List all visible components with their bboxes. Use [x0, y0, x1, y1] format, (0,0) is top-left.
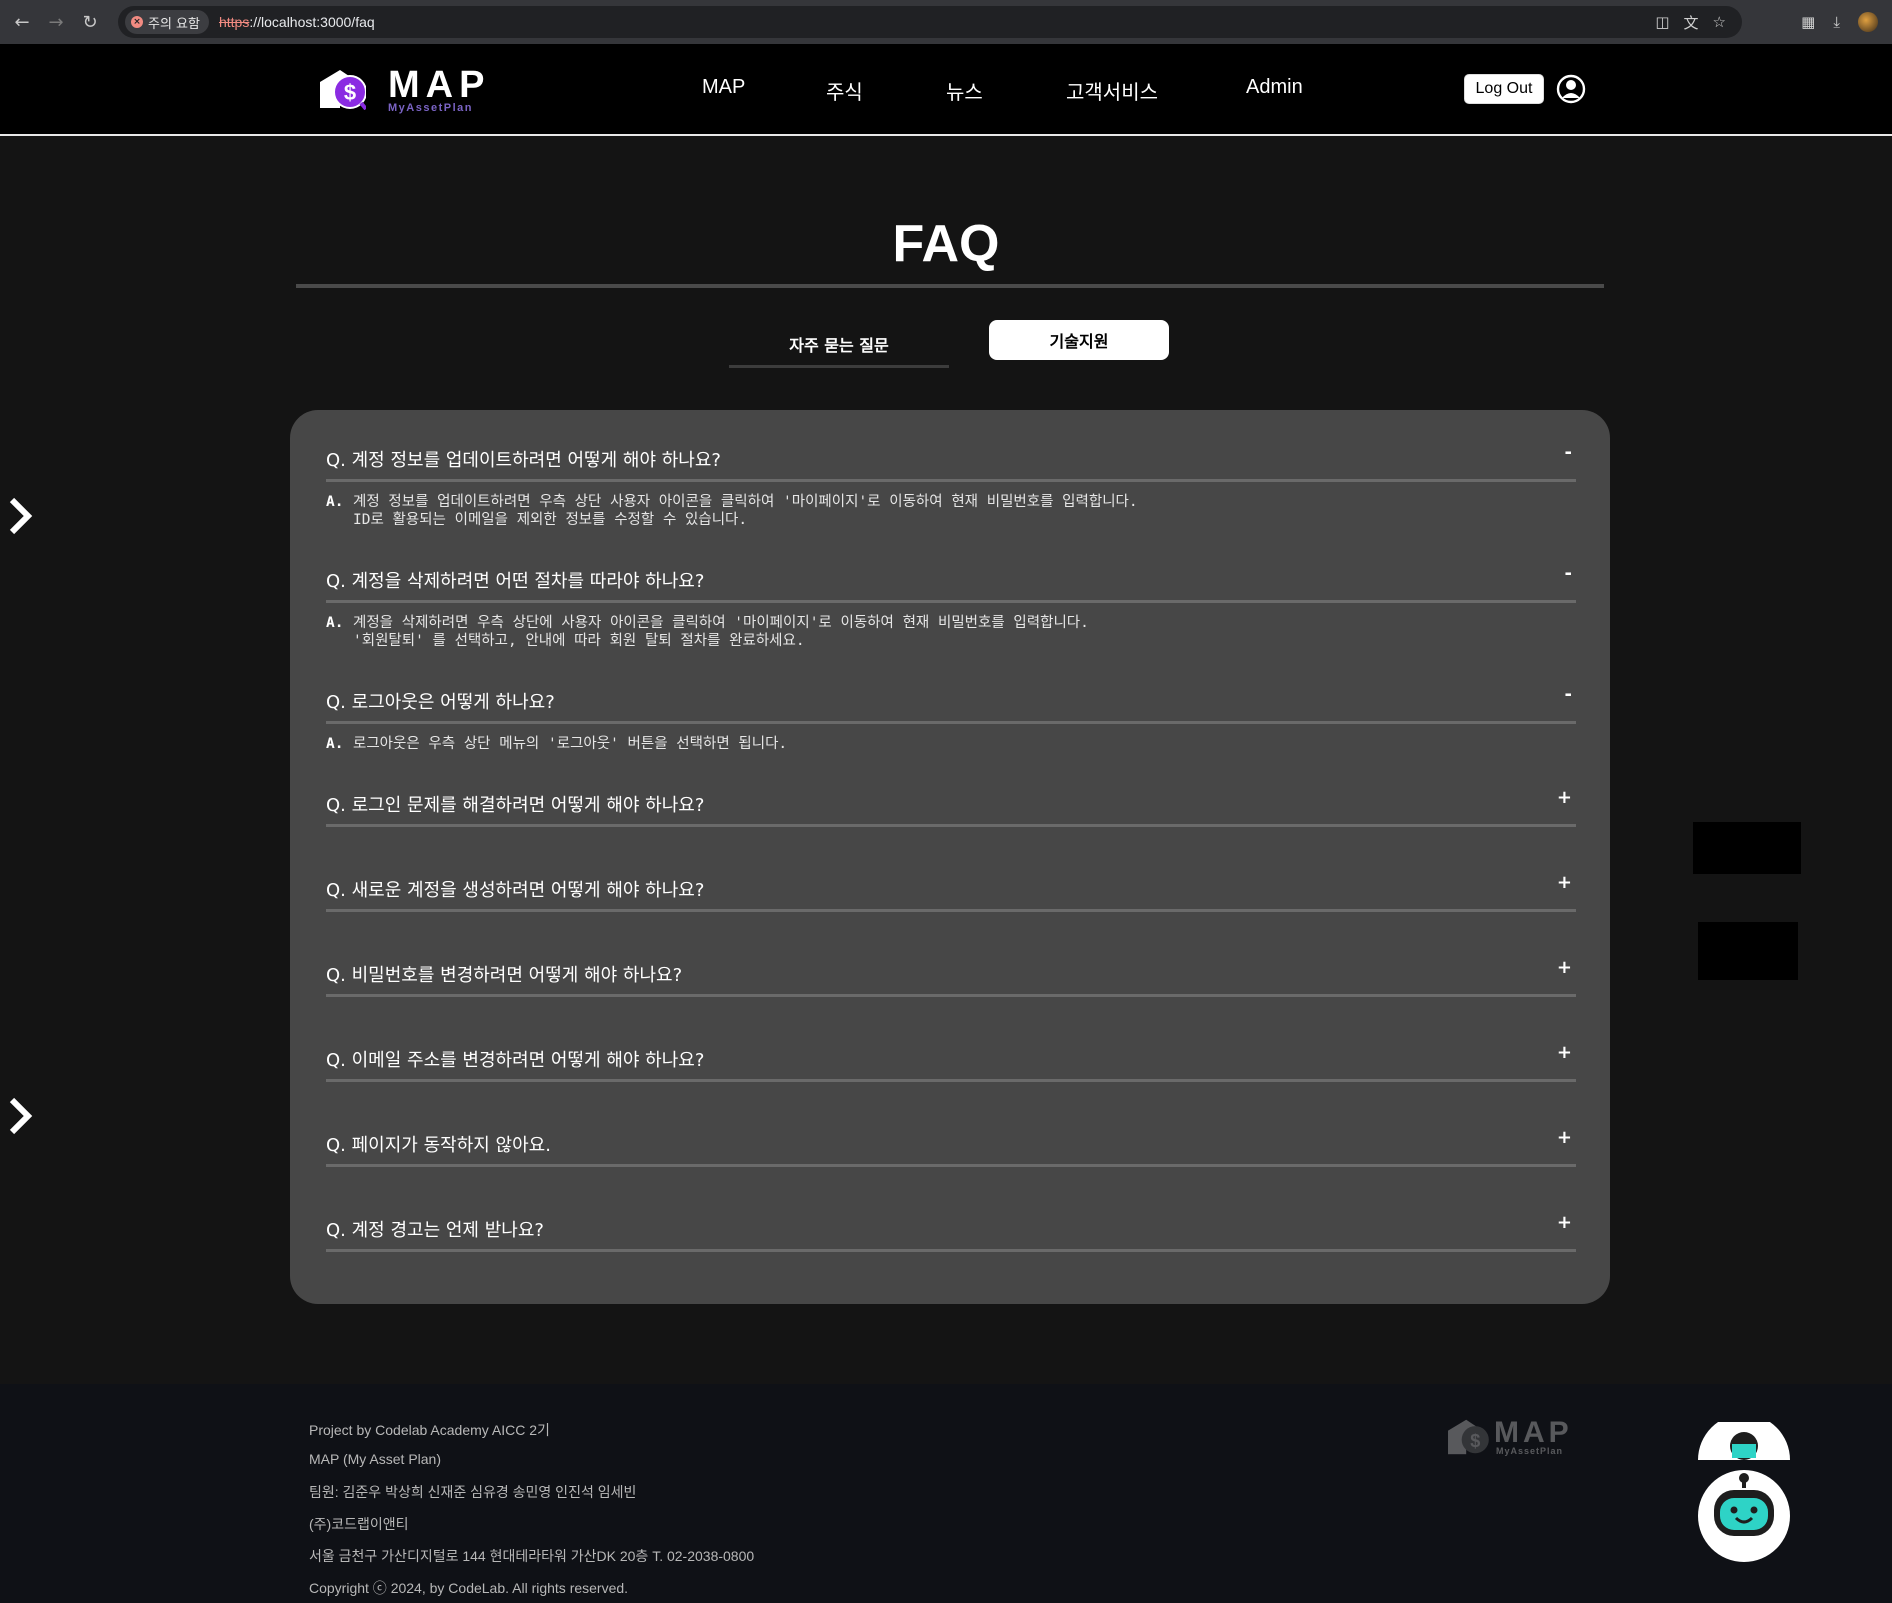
download-icon[interactable]: ⤓ — [1833, 13, 1840, 31]
page-title: FAQ — [892, 215, 1000, 273]
extensions-icon[interactable]: ▦ — [1801, 13, 1815, 31]
side-widget — [1693, 822, 1801, 874]
install-icon[interactable]: ◫ — [1655, 13, 1669, 31]
url-text[interactable]: https://localhost:3000/faq — [219, 14, 375, 30]
security-warning-chip[interactable]: × 주의 요함 — [125, 10, 209, 34]
faq-question[interactable]: Q. 페이지가 동작하지 않아요. + — [326, 1123, 1576, 1167]
title-divider — [296, 284, 1604, 288]
expand-toggle[interactable]: + — [1557, 1212, 1572, 1233]
address-bar[interactable]: × 주의 요함 https://localhost:3000/faq ◫ 文 ☆ — [118, 6, 1742, 38]
tab-faq[interactable]: 자주 묻는 질문 — [729, 322, 949, 368]
site-logo[interactable]: $ MAP MyAssetPlan — [318, 64, 488, 114]
chatbot-icon[interactable] — [1696, 1422, 1792, 1562]
footer-line: 팀원: 김준우 박상희 신재준 심유경 송민영 인진석 임세빈 — [309, 1484, 637, 1500]
browser-toolbar: ← → ↻ × 주의 요함 https://localhost:3000/faq… — [0, 0, 1892, 44]
expand-toggle[interactable]: + — [1557, 1042, 1572, 1063]
footer-line: (주)코드랩이앤티 — [309, 1516, 409, 1532]
warning-icon: × — [131, 16, 143, 28]
site-header: $ MAP MyAssetPlan MAP 주식 뉴스 고객서비스 Admin … — [0, 44, 1892, 136]
footer-line: Copyright ⓒ 2024, by CodeLab. All rights… — [309, 1580, 629, 1596]
side-widget — [1698, 922, 1798, 980]
nav-customer-service[interactable]: 고객서비스 — [1066, 76, 1158, 105]
tab-tech-support[interactable]: 기술지원 — [989, 320, 1169, 360]
faq-question[interactable]: Q. 로그인 문제를 해결하려면 어떻게 해야 하나요? + — [326, 783, 1576, 827]
collapse-toggle[interactable]: - — [1565, 684, 1572, 705]
star-icon[interactable]: ☆ — [1713, 13, 1726, 31]
logo-text: MAP — [388, 64, 491, 106]
forward-icon[interactable]: → — [44, 10, 68, 34]
logo-house-icon: $ — [320, 70, 366, 110]
faq-panel: Q. 계정 정보를 업데이트하려면 어떻게 해야 하나요? - A. 계정 정보… — [290, 410, 1610, 1304]
expand-toggle[interactable]: + — [1557, 1127, 1572, 1148]
faq-question[interactable]: Q. 비밀번호를 변경하려면 어떻게 해야 하나요? + — [326, 953, 1576, 997]
nav-admin[interactable]: Admin — [1246, 76, 1303, 99]
nav-map[interactable]: MAP — [702, 76, 745, 99]
expand-toggle[interactable]: + — [1557, 957, 1572, 978]
footer-line: Project by Codelab Academy AICC 2기 — [309, 1422, 550, 1438]
site-footer: Project by Codelab Academy AICC 2기 MAP (… — [0, 1384, 1892, 1603]
logo-subtext: MyAssetPlan — [388, 102, 473, 114]
chevron-right-icon[interactable] — [6, 1094, 34, 1138]
faq-question[interactable]: Q. 로그아웃은 어떻게 하나요? - — [326, 680, 1576, 724]
faq-question[interactable]: Q. 계정을 삭제하려면 어떤 절차를 따라야 하나요? - — [326, 559, 1576, 603]
faq-question[interactable]: Q. 계정 경고는 언제 받나요? + — [326, 1208, 1576, 1252]
logo-house-icon: $ — [1448, 1419, 1489, 1455]
expand-toggle[interactable]: + — [1557, 872, 1572, 893]
footer-line: 서울 금천구 가산디지털로 144 현대테라타워 가산DK 20층 T. 02-… — [309, 1548, 755, 1564]
nav-news[interactable]: 뉴스 — [946, 76, 983, 105]
chevron-right-icon[interactable] — [6, 494, 34, 538]
logout-button[interactable]: Log Out — [1464, 74, 1544, 104]
profile-avatar[interactable] — [1858, 12, 1878, 32]
svg-text:$: $ — [344, 80, 356, 105]
user-icon[interactable] — [1556, 74, 1586, 104]
nav-stock[interactable]: 주식 — [826, 76, 863, 105]
svg-text:$: $ — [1470, 1431, 1480, 1451]
collapse-toggle[interactable]: - — [1565, 563, 1572, 584]
faq-question[interactable]: Q. 이메일 주소를 변경하려면 어떻게 해야 하나요? + — [326, 1038, 1576, 1082]
reload-icon[interactable]: ↻ — [78, 10, 102, 34]
collapse-toggle[interactable]: - — [1565, 442, 1572, 463]
faq-question[interactable]: Q. 새로운 계정을 생성하려면 어떻게 해야 하나요? + — [326, 868, 1576, 912]
footer-logo: $ MAP MyAssetPlan — [1446, 1414, 1586, 1460]
faq-question[interactable]: Q. 계정 정보를 업데이트하려면 어떻게 해야 하나요? - — [326, 438, 1576, 482]
expand-toggle[interactable]: + — [1557, 787, 1572, 808]
back-icon[interactable]: ← — [10, 10, 34, 34]
footer-line: MAP (My Asset Plan) — [309, 1451, 442, 1467]
warning-label: 주의 요함 — [148, 16, 200, 32]
translate-icon[interactable]: 文 — [1684, 12, 1699, 33]
